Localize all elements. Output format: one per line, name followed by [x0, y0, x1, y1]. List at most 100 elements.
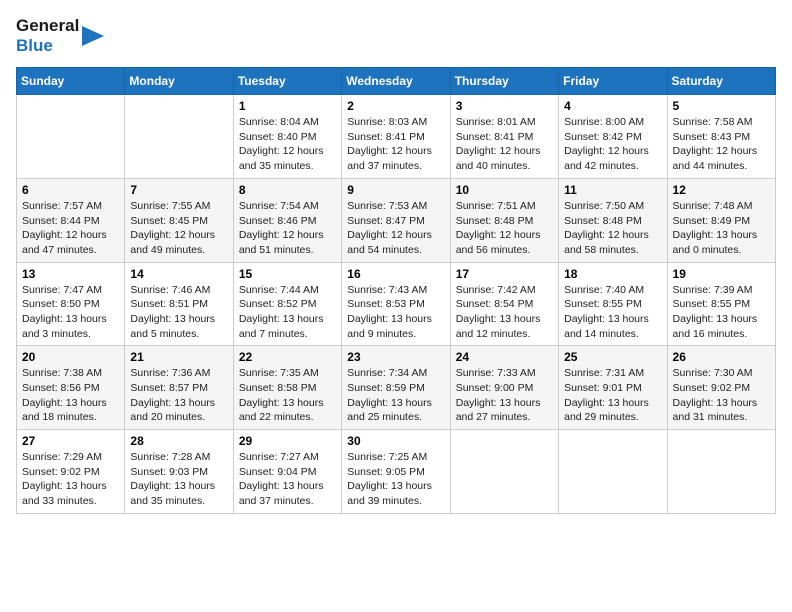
day-number: 26 — [673, 350, 770, 364]
day-number: 12 — [673, 183, 770, 197]
calendar-cell: 16 Sunrise: 7:43 AMSunset: 8:53 PMDayligh… — [342, 262, 450, 346]
calendar-cell — [559, 430, 667, 514]
calendar-cell: 28Sunrise: 7:28 AMSunset: 9:03 PMDayligh… — [125, 430, 233, 514]
calendar-week-row: 1 Sunrise: 8:04 AMSunset: 8:40 PMDaylight… — [17, 95, 776, 179]
day-number: 18 — [564, 267, 661, 281]
calendar-cell: 22 Sunrise: 7:35 AMSunset: 8:58 PMDayligh… — [233, 346, 341, 430]
day-info: Sunrise: 7:30 AMSunset: 9:02 PMDaylight:… — [673, 366, 770, 425]
calendar-cell: 29 Sunrise: 7:27 AMSunset: 9:04 PMDayligh… — [233, 430, 341, 514]
day-number: 5 — [673, 99, 770, 113]
calendar-cell: 11Sunrise: 7:50 AMSunset: 8:48 PMDayligh… — [559, 178, 667, 262]
logo-line2: Blue — [16, 36, 79, 56]
day-info: Sunrise: 7:53 AMSunset: 8:47 PMDaylight:… — [347, 199, 444, 258]
calendar-cell: 24 Sunrise: 7:33 AMSunset: 9:00 PMDayligh… — [450, 346, 558, 430]
day-number: 17 — [456, 267, 553, 281]
calendar-cell — [17, 95, 125, 179]
day-number: 28 — [130, 434, 227, 448]
day-info: Sunrise: 7:38 AMSunset: 8:56 PMDaylight:… — [22, 366, 119, 425]
weekday-header: Thursday — [450, 68, 558, 95]
day-info: Sunrise: 7:51 AMSunset: 8:48 PMDaylight:… — [456, 199, 553, 258]
calendar-week-row: 20 Sunrise: 7:38 AMSunset: 8:56 PMDayligh… — [17, 346, 776, 430]
day-number: 20 — [22, 350, 119, 364]
day-info: Sunrise: 7:29 AMSunset: 9:02 PMDaylight:… — [22, 450, 119, 509]
weekday-header: Tuesday — [233, 68, 341, 95]
day-info: Sunrise: 7:43 AMSunset: 8:53 PMDaylight:… — [347, 283, 444, 342]
day-number: 10 — [456, 183, 553, 197]
day-info: Sunrise: 7:44 AMSunset: 8:52 PMDaylight:… — [239, 283, 336, 342]
calendar-cell: 13 Sunrise: 7:47 AMSunset: 8:50 PMDayligh… — [17, 262, 125, 346]
day-number: 27 — [22, 434, 119, 448]
calendar-cell: 9 Sunrise: 7:53 AMSunset: 8:47 PMDaylight… — [342, 178, 450, 262]
day-number: 21 — [130, 350, 227, 364]
calendar-table: SundayMondayTuesdayWednesdayThursdayFrid… — [16, 67, 776, 514]
day-info: Sunrise: 7:58 AMSunset: 8:43 PMDaylight:… — [673, 115, 770, 174]
day-number: 24 — [456, 350, 553, 364]
day-info: Sunrise: 8:00 AMSunset: 8:42 PMDaylight:… — [564, 115, 661, 174]
day-number: 11 — [564, 183, 661, 197]
calendar-cell — [125, 95, 233, 179]
day-number: 29 — [239, 434, 336, 448]
calendar-cell: 12Sunrise: 7:48 AMSunset: 8:49 PMDayligh… — [667, 178, 775, 262]
calendar-cell: 20 Sunrise: 7:38 AMSunset: 8:56 PMDayligh… — [17, 346, 125, 430]
calendar-cell: 3Sunrise: 8:01 AMSunset: 8:41 PMDaylight… — [450, 95, 558, 179]
weekday-header: Monday — [125, 68, 233, 95]
day-number: 7 — [130, 183, 227, 197]
day-info: Sunrise: 8:04 AMSunset: 8:40 PMDaylight:… — [239, 115, 336, 174]
calendar-header-row: SundayMondayTuesdayWednesdayThursdayFrid… — [17, 68, 776, 95]
day-info: Sunrise: 7:33 AMSunset: 9:00 PMDaylight:… — [456, 366, 553, 425]
day-number: 25 — [564, 350, 661, 364]
day-number: 16 — [347, 267, 444, 281]
calendar-cell: 14 Sunrise: 7:46 AMSunset: 8:51 PMDayligh… — [125, 262, 233, 346]
calendar-cell: 17 Sunrise: 7:42 AMSunset: 8:54 PMDayligh… — [450, 262, 558, 346]
calendar-week-row: 27 Sunrise: 7:29 AMSunset: 9:02 PMDayligh… — [17, 430, 776, 514]
calendar-cell: 15 Sunrise: 7:44 AMSunset: 8:52 PMDayligh… — [233, 262, 341, 346]
day-number: 19 — [673, 267, 770, 281]
day-number: 30 — [347, 434, 444, 448]
day-info: Sunrise: 7:27 AMSunset: 9:04 PMDaylight:… — [239, 450, 336, 509]
day-info: Sunrise: 7:35 AMSunset: 8:58 PMDaylight:… — [239, 366, 336, 425]
calendar-cell: 18 Sunrise: 7:40 AMSunset: 8:55 PMDayligh… — [559, 262, 667, 346]
day-info: Sunrise: 7:25 AMSunset: 9:05 PMDaylight:… — [347, 450, 444, 509]
weekday-header: Friday — [559, 68, 667, 95]
day-number: 15 — [239, 267, 336, 281]
calendar-week-row: 13 Sunrise: 7:47 AMSunset: 8:50 PMDayligh… — [17, 262, 776, 346]
day-number: 4 — [564, 99, 661, 113]
logo-arrow-icon — [82, 21, 104, 51]
calendar-cell: 23Sunrise: 7:34 AMSunset: 8:59 PMDayligh… — [342, 346, 450, 430]
logo-line1: General — [16, 16, 79, 36]
day-info: Sunrise: 7:40 AMSunset: 8:55 PMDaylight:… — [564, 283, 661, 342]
calendar-cell — [450, 430, 558, 514]
day-number: 6 — [22, 183, 119, 197]
day-info: Sunrise: 7:54 AMSunset: 8:46 PMDaylight:… — [239, 199, 336, 258]
calendar-cell: 25 Sunrise: 7:31 AMSunset: 9:01 PMDayligh… — [559, 346, 667, 430]
calendar-cell: 10 Sunrise: 7:51 AMSunset: 8:48 PMDayligh… — [450, 178, 558, 262]
calendar-cell: 19Sunrise: 7:39 AMSunset: 8:55 PMDayligh… — [667, 262, 775, 346]
day-number: 9 — [347, 183, 444, 197]
calendar-cell: 30 Sunrise: 7:25 AMSunset: 9:05 PMDayligh… — [342, 430, 450, 514]
logo: General Blue — [16, 16, 104, 55]
day-info: Sunrise: 7:47 AMSunset: 8:50 PMDaylight:… — [22, 283, 119, 342]
day-info: Sunrise: 7:46 AMSunset: 8:51 PMDaylight:… — [130, 283, 227, 342]
calendar-cell — [667, 430, 775, 514]
header: General Blue — [16, 16, 776, 55]
day-number: 1 — [239, 99, 336, 113]
calendar-cell: 26 Sunrise: 7:30 AMSunset: 9:02 PMDayligh… — [667, 346, 775, 430]
calendar-cell: 4 Sunrise: 8:00 AMSunset: 8:42 PMDaylight… — [559, 95, 667, 179]
day-info: Sunrise: 7:36 AMSunset: 8:57 PMDaylight:… — [130, 366, 227, 425]
weekday-header: Sunday — [17, 68, 125, 95]
day-number: 8 — [239, 183, 336, 197]
day-info: Sunrise: 7:42 AMSunset: 8:54 PMDaylight:… — [456, 283, 553, 342]
day-info: Sunrise: 7:55 AMSunset: 8:45 PMDaylight:… — [130, 199, 227, 258]
calendar-cell: 27 Sunrise: 7:29 AMSunset: 9:02 PMDayligh… — [17, 430, 125, 514]
day-number: 14 — [130, 267, 227, 281]
day-number: 13 — [22, 267, 119, 281]
day-number: 22 — [239, 350, 336, 364]
day-number: 3 — [456, 99, 553, 113]
day-info: Sunrise: 7:34 AMSunset: 8:59 PMDaylight:… — [347, 366, 444, 425]
weekday-header: Saturday — [667, 68, 775, 95]
day-info: Sunrise: 7:31 AMSunset: 9:01 PMDaylight:… — [564, 366, 661, 425]
day-info: Sunrise: 8:03 AMSunset: 8:41 PMDaylight:… — [347, 115, 444, 174]
calendar-cell: 21 Sunrise: 7:36 AMSunset: 8:57 PMDayligh… — [125, 346, 233, 430]
calendar-cell: 5 Sunrise: 7:58 AMSunset: 8:43 PMDaylight… — [667, 95, 775, 179]
calendar-cell: 1 Sunrise: 8:04 AMSunset: 8:40 PMDaylight… — [233, 95, 341, 179]
